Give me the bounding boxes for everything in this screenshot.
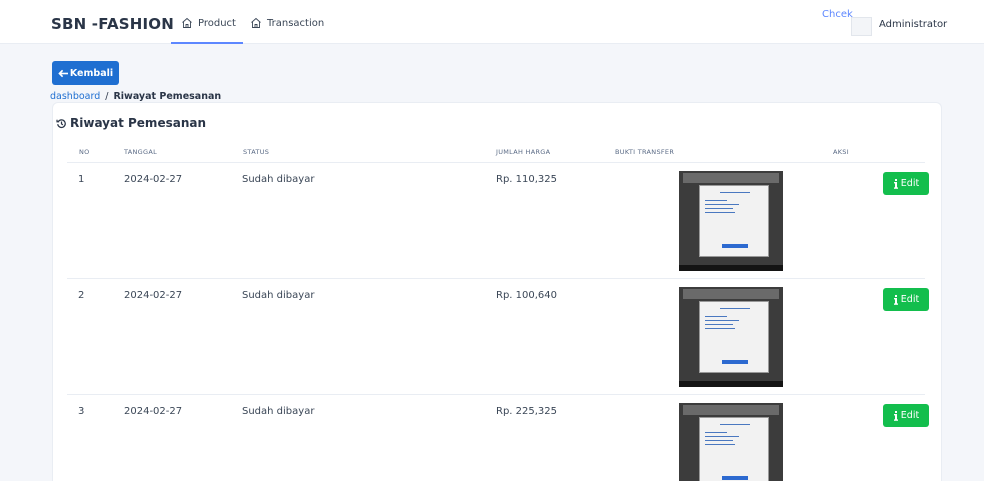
- row-date: 2024-02-27: [124, 290, 183, 301]
- tab-product-label: Product: [198, 18, 236, 29]
- column-header-status: STATUS: [243, 148, 270, 156]
- user-name[interactable]: Administrator: [879, 19, 947, 30]
- transfer-proof-image[interactable]: [679, 287, 783, 387]
- row-total: Rp. 100,640: [496, 290, 558, 301]
- row-status: Sudah dibayar: [242, 290, 315, 301]
- row-total: Rp. 225,325: [496, 406, 558, 417]
- home-icon: [182, 17, 192, 28]
- back-button[interactable]: Kembali: [52, 61, 119, 85]
- edit-button-label: Edit: [900, 178, 920, 189]
- column-header-date: TANGGAL: [124, 148, 158, 156]
- table-row: 1 2024-02-27 Sudah dibayar Rp. 110,325 E…: [67, 163, 929, 279]
- card-title: Riwayat Pemesanan: [56, 116, 206, 130]
- home-icon: [251, 17, 261, 28]
- transfer-proof-image[interactable]: [679, 171, 783, 271]
- back-button-label: Kembali: [69, 67, 114, 79]
- history-icon: [56, 118, 66, 128]
- edit-icon: [893, 294, 898, 305]
- top-navbar: SBN -FASHION Product Transaction Chcek A…: [0, 0, 984, 44]
- check-link[interactable]: Chcek: [822, 9, 853, 20]
- transfer-proof-image[interactable]: [679, 403, 783, 481]
- row-number: 2: [78, 290, 85, 301]
- breadcrumb-dashboard-link[interactable]: dashboard: [50, 91, 100, 102]
- row-number: 3: [78, 406, 85, 417]
- breadcrumb-current: Riwayat Pemesanan: [113, 91, 222, 102]
- tab-product[interactable]: Product: [171, 17, 243, 44]
- row-status: Sudah dibayar: [242, 406, 315, 417]
- row-date: 2024-02-27: [124, 174, 183, 185]
- breadcrumb-separator: /: [105, 91, 109, 102]
- row-total: Rp. 110,325: [496, 174, 558, 185]
- column-header-action: AKSI: [833, 148, 849, 156]
- card-title-text: Riwayat Pemesanan: [70, 116, 207, 130]
- edit-icon: [893, 410, 898, 421]
- avatar[interactable]: [851, 17, 872, 36]
- table-header: NO TANGGAL STATUS JUMLAH HARGA BUKTI TRA…: [67, 141, 925, 163]
- column-header-no: NO: [79, 148, 90, 156]
- order-history-card: Riwayat Pemesanan NO TANGGAL STATUS JUML…: [52, 102, 942, 481]
- edit-button-label: Edit: [900, 410, 920, 421]
- breadcrumb: dashboard / Riwayat Pemesanan: [50, 91, 221, 102]
- edit-button[interactable]: Edit: [883, 404, 929, 427]
- table-row: 2 2024-02-27 Sudah dibayar Rp. 100,640 E…: [67, 279, 929, 395]
- edit-button[interactable]: Edit: [883, 172, 929, 195]
- row-date: 2024-02-27: [124, 406, 183, 417]
- arrow-left-icon: [58, 69, 68, 77]
- tab-transaction[interactable]: Transaction: [250, 17, 340, 44]
- table-row: 3 2024-02-27 Sudah dibayar Rp. 225,325 E…: [67, 395, 929, 481]
- edit-button-label: Edit: [900, 294, 920, 305]
- row-number: 1: [78, 174, 85, 185]
- edit-icon: [893, 178, 898, 189]
- brand-logo-text[interactable]: SBN -FASHION: [51, 15, 174, 33]
- tab-transaction-label: Transaction: [267, 18, 325, 29]
- row-status: Sudah dibayar: [242, 174, 315, 185]
- column-header-proof: BUKTI TRANSFER: [615, 148, 675, 156]
- edit-button[interactable]: Edit: [883, 288, 929, 311]
- column-header-total: JUMLAH HARGA: [496, 148, 551, 156]
